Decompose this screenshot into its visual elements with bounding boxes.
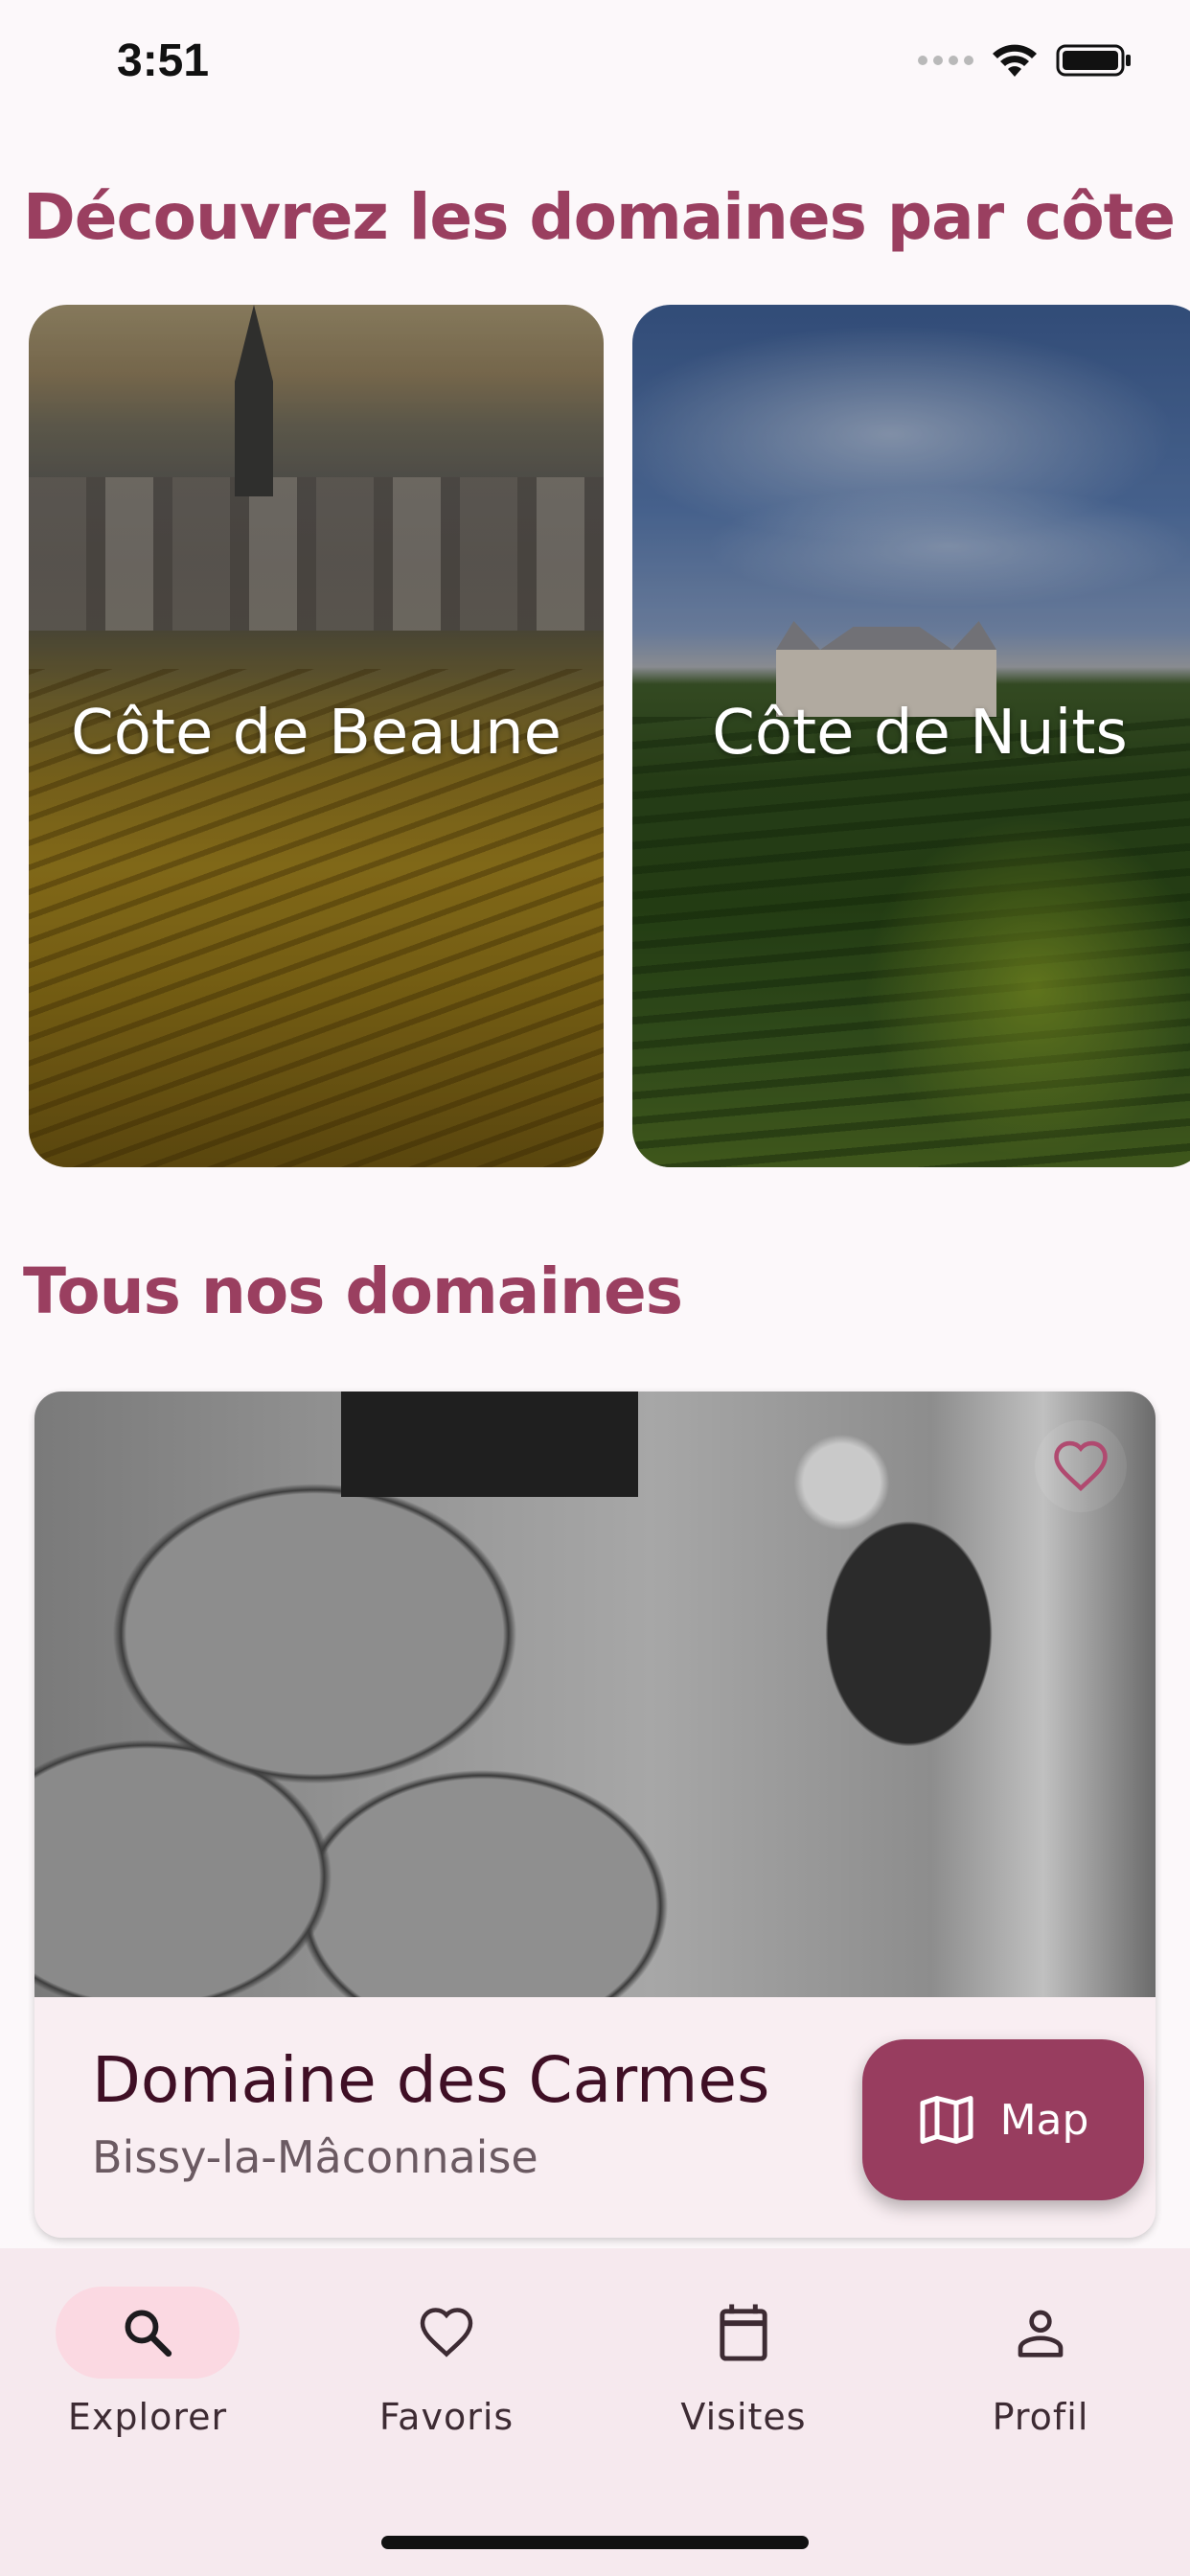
cote-card-beaune[interactable]: Côte de Beaune — [29, 305, 604, 1167]
nav-active-indicator — [56, 2287, 240, 2379]
nav-label: Favoris — [378, 2396, 515, 2438]
status-time: 3:51 — [117, 35, 210, 86]
battery-icon — [1056, 44, 1131, 77]
section-title-cotes: Découvrez les domaines par côte — [23, 180, 1176, 254]
section-title-domains: Tous nos domaines — [23, 1254, 683, 1328]
map-button-label: Map — [999, 2095, 1089, 2145]
nav-item-profil[interactable]: Profil — [926, 2287, 1156, 2438]
nav-item-visites[interactable]: Visites — [629, 2287, 858, 2438]
favorite-button[interactable] — [1035, 1420, 1127, 1512]
map-icon — [920, 2096, 973, 2144]
heart-outline-icon — [1054, 1440, 1108, 1492]
home-indicator — [381, 2536, 809, 2549]
nav-label: Explorer — [67, 2396, 228, 2438]
domain-name: Domaine des Carmes — [92, 2043, 770, 2117]
domain-photo — [34, 1392, 1156, 1997]
cotes-carousel[interactable]: Côte de Beaune Côte de Nuits — [29, 305, 1190, 1167]
nav-label: Visites — [680, 2396, 807, 2438]
cote-card-label: Côte de Beaune — [71, 698, 561, 769]
person-icon — [1018, 2310, 1064, 2358]
nav-item-explorer[interactable]: Explorer — [33, 2287, 263, 2438]
nav-label: Profil — [992, 2396, 1089, 2438]
status-icons — [918, 42, 1133, 79]
cellular-signal-icon — [918, 56, 973, 65]
calendar-icon — [720, 2304, 767, 2361]
map-button[interactable]: Map — [862, 2039, 1144, 2200]
cote-card-nuits[interactable]: Côte de Nuits — [632, 305, 1190, 1167]
nav-item-favoris[interactable]: Favoris — [332, 2287, 561, 2438]
wifi-icon — [993, 44, 1037, 77]
domain-town: Bissy-la-Mâconnaise — [92, 2131, 538, 2183]
heart-icon — [420, 2308, 473, 2358]
cote-card-label: Côte de Nuits — [712, 698, 1128, 769]
search-icon — [125, 2310, 172, 2358]
status-bar: 3:51 — [0, 0, 1190, 134]
bottom-navigation: Explorer Favoris Visites Profil — [0, 2248, 1190, 2576]
